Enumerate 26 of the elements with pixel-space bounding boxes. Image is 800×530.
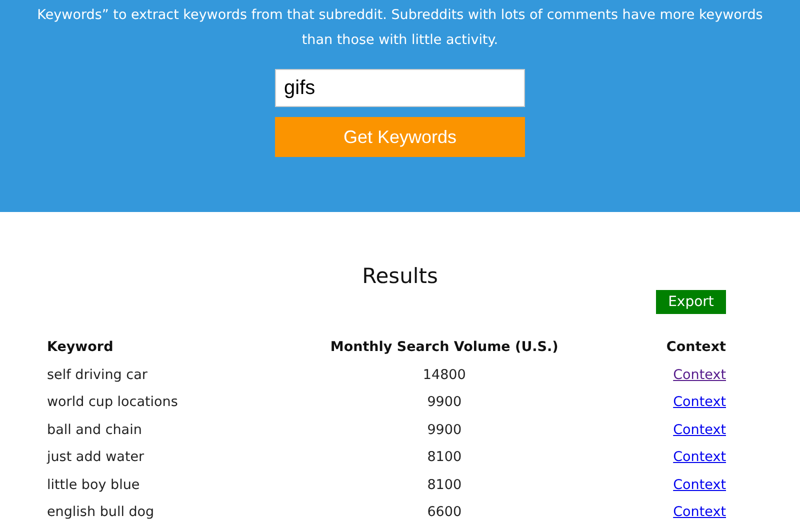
volume-text: 8100 — [427, 449, 462, 466]
volume-text: 8100 — [427, 476, 462, 493]
context-link[interactable]: Context — [673, 476, 726, 493]
keyword-text: just add water — [47, 449, 144, 466]
subreddit-input[interactable]: gifs — [275, 69, 525, 107]
keyword-text: self driving car — [47, 366, 148, 383]
column-header: Monthly Search Volume (U.S.) — [330, 338, 558, 355]
keyword-text: little boy blue — [47, 476, 140, 493]
volume-text: 14800 — [422, 366, 466, 383]
context-link[interactable]: Context — [673, 366, 726, 383]
intro-text: Keywords” to extract keywords from that subreddit. Subreddits with lots of comments have more keywords — [37, 6, 763, 25]
column-header: Keyword — [47, 338, 114, 355]
export-button[interactable]: Export — [656, 290, 726, 314]
context-link[interactable]: Context — [673, 504, 726, 520]
volume-text: 9900 — [427, 422, 462, 438]
intro-text: than those with little activity. — [302, 31, 498, 50]
volume-text: 6600 — [427, 504, 462, 520]
context-link[interactable]: Context — [673, 394, 726, 410]
context-link[interactable]: Context — [673, 422, 726, 438]
keyword-text: english bull dog — [47, 504, 154, 520]
results-heading: Results — [362, 264, 438, 290]
keyword-text: ball and chain — [47, 422, 142, 438]
keyword-text: world cup locations — [47, 394, 178, 410]
volume-text: 9900 — [427, 394, 462, 410]
context-link[interactable]: Context — [673, 449, 726, 466]
column-header: Context — [666, 338, 726, 355]
